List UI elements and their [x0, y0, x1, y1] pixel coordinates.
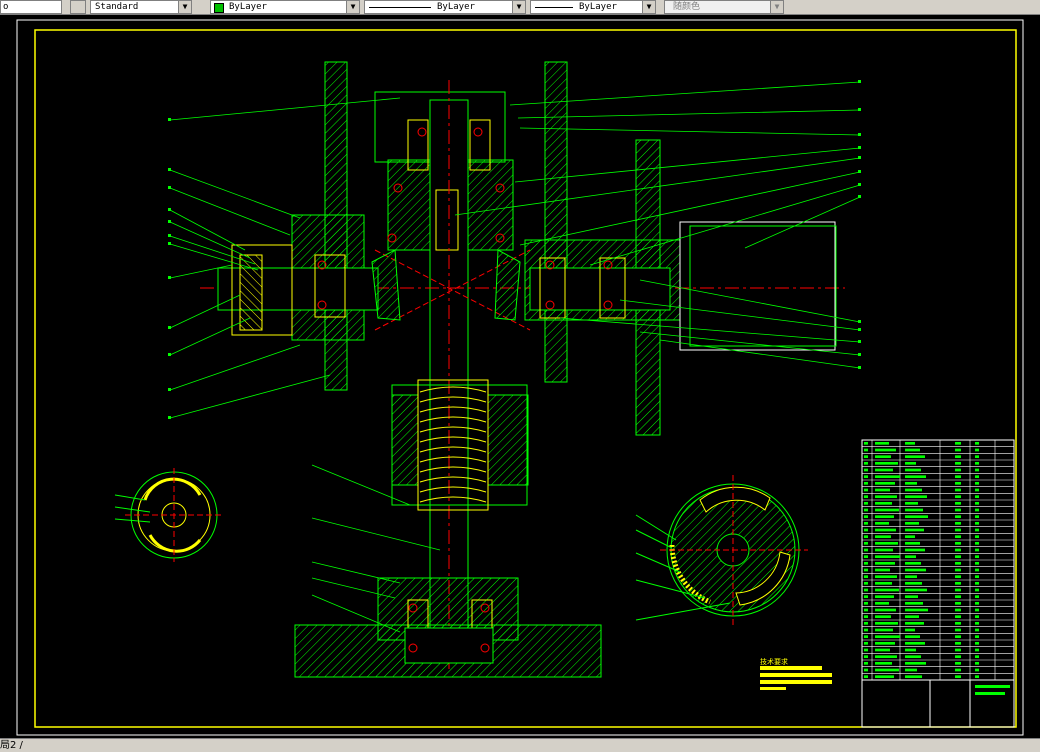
chevron-down-icon[interactable]: ▼ [178, 1, 191, 13]
left-section-view [114, 468, 222, 562]
lineweight-value: ByLayer [579, 2, 617, 12]
linetype-value: ByLayer [437, 2, 475, 12]
base-bore [404, 627, 494, 664]
plotstyle-select[interactable]: 随颜色 ▼ [664, 0, 784, 14]
chevron-down-icon[interactable]: ▼ [770, 1, 783, 13]
worm-housing-right [487, 394, 529, 486]
layer-select[interactable]: ByLayer ▼ [210, 0, 360, 14]
linetype-sample [369, 7, 431, 8]
text-style-icon[interactable] [70, 0, 86, 14]
lineweight-select[interactable]: ByLayer ▼ [530, 0, 656, 14]
motor-box [679, 221, 836, 351]
properties-toolbar: o Standard ▼ ByLayer ▼ ByLayer ▼ ByLayer… [0, 0, 1040, 15]
left-cut-combo[interactable]: o [0, 0, 62, 14]
linetype-select[interactable]: ByLayer ▼ [364, 0, 526, 14]
left-flange-hatch [239, 254, 263, 331]
layout-tab[interactable]: 局2 / [0, 739, 23, 752]
right-bevel-gear [494, 249, 521, 321]
right-housing-wall [544, 61, 568, 383]
tech-note-heading: 技术要求 [760, 657, 788, 666]
lineweight-sample [535, 7, 573, 8]
leader-tags [168, 80, 861, 419]
layer-value: ByLayer [229, 2, 267, 12]
parts-list [861, 439, 1015, 728]
drawing-canvas[interactable]: 技术要求 [0, 15, 1040, 738]
right-section-view [635, 475, 808, 625]
motor-box-inner [689, 225, 837, 347]
inner-frame [34, 29, 1017, 728]
color-swatch-icon [214, 3, 224, 13]
text-style-select[interactable]: Standard ▼ [90, 0, 192, 14]
tech-notes: 技术要求 [760, 657, 832, 690]
drawing-svg: 技术要求 [16, 19, 1024, 736]
chevron-down-icon[interactable]: ▼ [642, 1, 655, 13]
chevron-down-icon[interactable]: ▼ [512, 1, 525, 13]
text-style-value: Standard [95, 2, 139, 12]
layout-tab-bar: 局2 / [0, 738, 1040, 752]
plotstyle-value: 随颜色 [673, 2, 701, 12]
worm-housing-left [391, 394, 419, 486]
chevron-down-icon[interactable]: ▼ [346, 1, 359, 13]
